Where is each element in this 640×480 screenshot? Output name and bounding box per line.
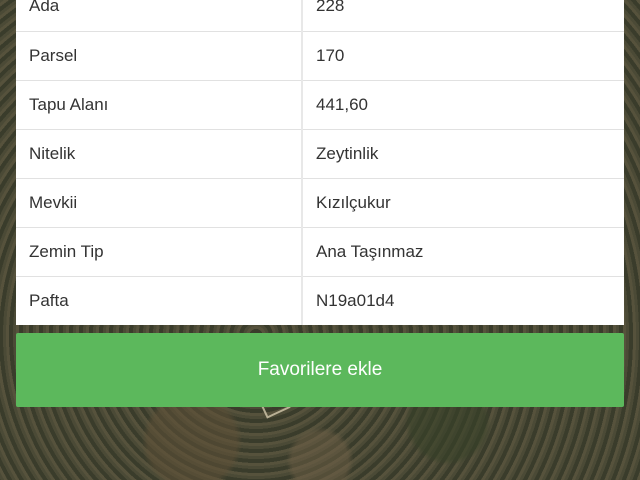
table-row: Tapu Alanı 441,60	[16, 80, 624, 130]
row-value-tapu-alani: 441,60	[302, 80, 624, 130]
row-value-ada: 228	[302, 0, 624, 32]
row-label-mevkii: Mevkii	[16, 178, 303, 228]
row-value-nitelik: Zeytinlik	[302, 129, 624, 179]
row-label-pafta: Pafta	[16, 276, 303, 325]
row-value-pafta: N19a01d4	[316, 290, 395, 310]
row-value-zemin-tip: Ana Taşınmaz	[302, 227, 624, 277]
table-row: Zemin Tip Ana Taşınmaz	[16, 227, 624, 277]
table-row: Ada 228	[16, 0, 624, 32]
row-label-tapu-alani: Tapu Alanı	[16, 80, 303, 130]
row-value-mevkii: Kızılçukur	[302, 178, 624, 228]
table-row: Parsel 170	[16, 31, 624, 81]
add-to-favorites-button[interactable]: Favorilere ekle	[16, 333, 624, 407]
row-label-nitelik: Nitelik	[16, 129, 303, 179]
row-value-parsel: 170	[302, 31, 624, 81]
table-row: Nitelik Zeytinlik	[16, 129, 624, 179]
parcel-info-table: Ada 228 Parsel 170 Tapu Alanı 441,60 Nit…	[16, 0, 624, 325]
table-row: Mevkii Kızılçukur	[16, 178, 624, 228]
table-row: Pafta N19a01d4	[16, 276, 624, 325]
row-label-parsel: Parsel	[16, 31, 303, 81]
row-label-ada: Ada	[16, 0, 303, 32]
parcel-info-panel: Ada 228 Parsel 170 Tapu Alanı 441,60 Nit…	[16, 0, 624, 325]
row-label-zemin-tip: Zemin Tip	[16, 227, 303, 277]
